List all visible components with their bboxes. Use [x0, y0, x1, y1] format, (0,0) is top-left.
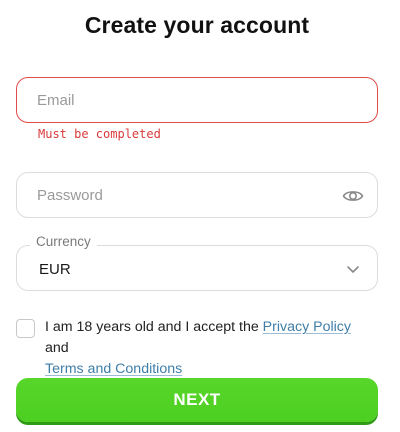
chevron-down-icon [345, 261, 361, 277]
eye-icon[interactable] [342, 185, 364, 207]
currency-selected-value: EUR [39, 260, 71, 278]
email-error-message: Must be completed [38, 127, 161, 141]
email-field[interactable] [16, 77, 378, 123]
terms-consent: I am 18 years old and I accept the Priva… [16, 317, 378, 380]
password-field[interactable] [16, 172, 378, 218]
page-title: Create your account [84, 12, 310, 38]
consent-text-start: I am 18 years old and I accept the [45, 319, 263, 335]
password-input[interactable] [37, 186, 357, 204]
currency-label: Currency [30, 234, 97, 249]
terms-checkbox[interactable] [16, 319, 35, 338]
currency-select[interactable]: EUR [16, 245, 378, 291]
privacy-policy-link[interactable]: Privacy Policy [263, 319, 351, 335]
consent-text-and: and [45, 340, 69, 356]
next-button[interactable]: NEXT [16, 378, 378, 422]
terms-and-conditions-link[interactable]: Terms and Conditions [45, 361, 182, 377]
email-input[interactable] [37, 91, 357, 109]
consent-text: I am 18 years old and I accept the Priva… [45, 317, 378, 380]
